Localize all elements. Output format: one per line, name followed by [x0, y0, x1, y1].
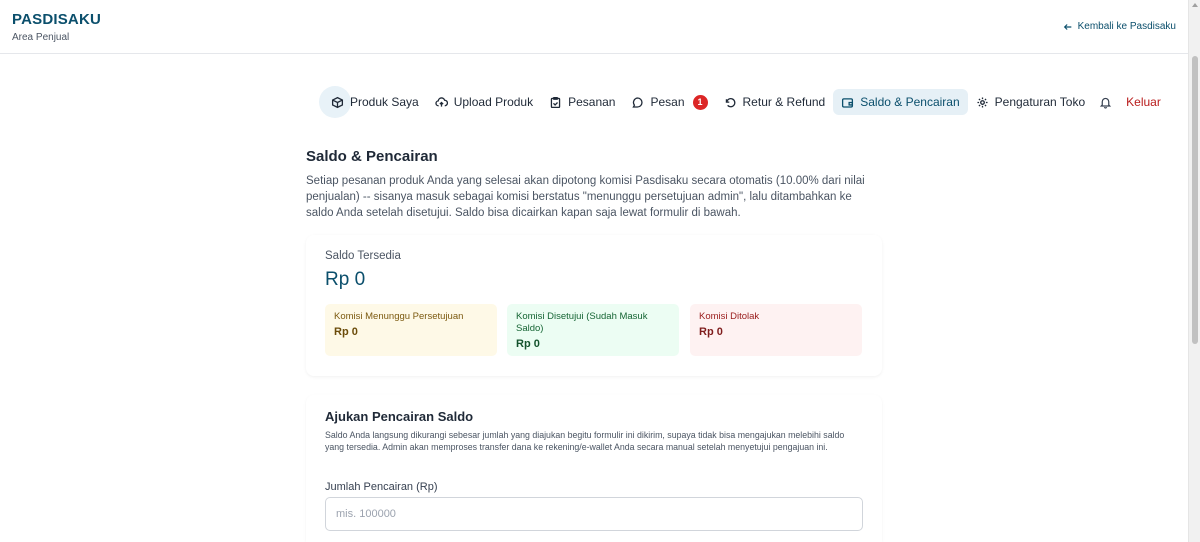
tab-pesanan[interactable]: Pesanan [541, 89, 623, 115]
tab-label: Saldo & Pencairan [860, 95, 960, 109]
brand[interactable]: PASDISAKU Area Penjual [12, 11, 101, 43]
approved-commission-stat: Komisi Disetujui (Sudah Masuk Saldo) Rp … [507, 304, 679, 356]
amount-input[interactable] [325, 497, 863, 531]
tab-label: Pengaturan Toko [994, 95, 1086, 109]
tab-produk-saya[interactable]: Produk Saya [319, 86, 427, 118]
tab-retur-refund[interactable]: Retur & Refund [716, 89, 834, 115]
tab-saldo-pencairan[interactable]: Saldo & Pencairan [833, 89, 968, 115]
brand-name[interactable]: PASDISAKU [12, 11, 101, 28]
back-link-label: Kembali ke Pasdisaku [1077, 21, 1176, 32]
back-link[interactable]: Kembali ke Pasdisaku [1063, 21, 1176, 32]
tab-label: Upload Produk [453, 95, 534, 109]
amount-label: Jumlah Pencairan (Rp) [325, 481, 438, 493]
tab-upload-produk[interactable]: Upload Produk [427, 89, 541, 115]
bell-icon [1100, 97, 1112, 109]
stat-value: Rp 0 [699, 326, 723, 338]
stat-value: Rp 0 [334, 326, 358, 338]
chat-icon [632, 96, 644, 108]
scrollbar[interactable] [1188, 0, 1200, 542]
withdraw-title: Ajukan Pencairan Saldo [325, 409, 474, 424]
tab-pengaturan-toko[interactable]: Pengaturan Toko [968, 89, 1094, 115]
stat-label: Komisi Disetujui (Sudah Masuk Saldo) [516, 311, 648, 334]
logout-button[interactable]: Keluar [1118, 89, 1169, 115]
tab-label: Pesanan [568, 95, 616, 109]
tab-pesan[interactable]: Pesan 1 [623, 89, 715, 115]
available-balance-label: Saldo Tersedia [325, 250, 401, 262]
gear-icon [977, 96, 988, 108]
cloud-upload-icon [435, 96, 448, 107]
tab-label: Produk Saya [350, 95, 419, 109]
scroll-thumb[interactable] [1192, 56, 1198, 344]
available-balance-value: Rp 0 [325, 269, 366, 290]
balance-card: Saldo Tersedia Rp 0 Komisi Menunggu Pers… [306, 235, 882, 376]
page-header: Saldo & Pencairan Setiap pesanan produk … [306, 131, 882, 221]
withdraw-description: Saldo Anda langsung dikurangi sebesar ju… [325, 430, 845, 452]
page-description: Setiap pesanan produk Anda yang selesai … [306, 175, 865, 219]
brand-subtitle: Area Penjual [12, 32, 70, 43]
rejected-commission-stat: Komisi Ditolak Rp 0 [690, 304, 862, 356]
tab-label: Pesan [650, 95, 685, 109]
seller-nav: Produk Saya Upload Produk Pesanan Pesan … [319, 86, 1169, 118]
notification-button[interactable] [1093, 96, 1118, 109]
scroll-up-arrow-icon[interactable] [1192, 3, 1198, 7]
stat-label: Komisi Ditolak [699, 311, 760, 322]
stat-value: Rp 0 [516, 338, 540, 350]
page-title: Saldo & Pencairan [306, 148, 438, 165]
pending-commission-stat: Komisi Menunggu Persetujuan Rp 0 [325, 304, 497, 356]
box-icon [331, 96, 344, 108]
top-bar: PASDISAKU Area Penjual Kembali ke Pasdis… [0, 0, 1188, 54]
unread-badge: 1 [692, 94, 708, 110]
wallet-icon [842, 97, 854, 108]
tab-label: Retur & Refund [742, 95, 826, 109]
undo-icon [725, 97, 735, 107]
withdraw-form: Ajukan Pencairan Saldo Saldo Anda langsu… [306, 395, 882, 542]
stat-label: Komisi Menunggu Persetujuan [334, 311, 464, 322]
clipboard-icon [550, 96, 561, 108]
arrow-left-icon [1063, 23, 1071, 30]
